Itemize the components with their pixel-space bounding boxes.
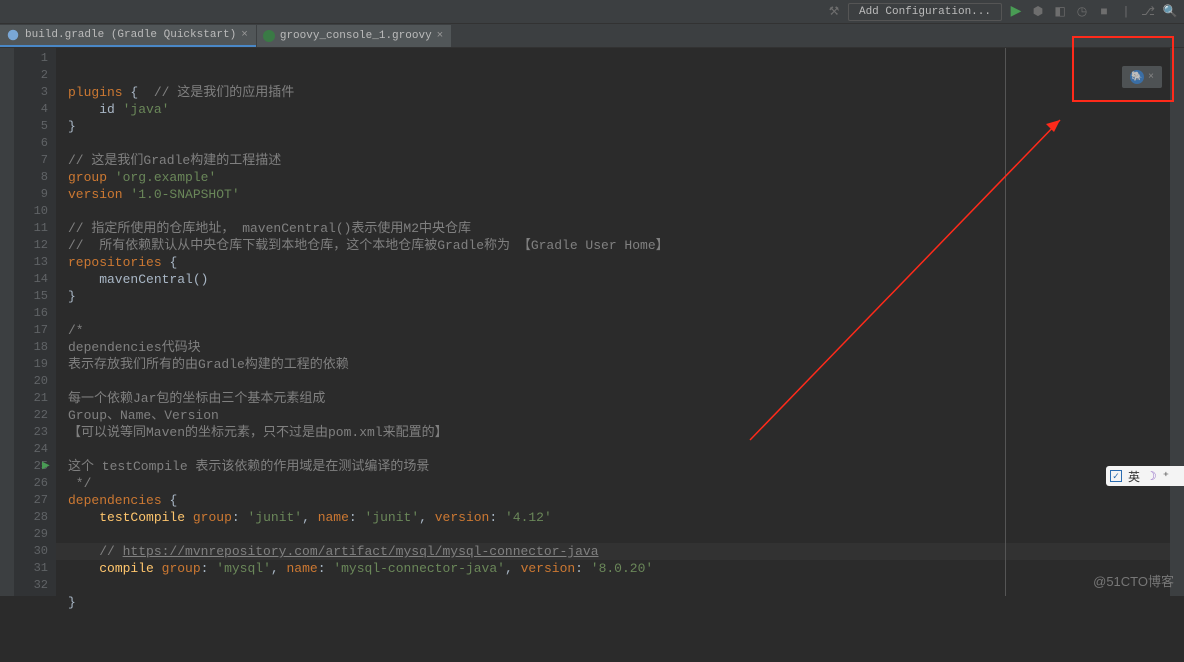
code-line[interactable]: // 这是我们Gradle构建的工程描述 bbox=[68, 152, 1170, 169]
line-number[interactable]: 23 bbox=[14, 424, 48, 441]
line-number[interactable]: 32 bbox=[14, 577, 48, 594]
debug-icon[interactable]: ⬢ bbox=[1030, 4, 1046, 20]
run-config-dropdown[interactable]: Add Configuration... bbox=[848, 3, 1002, 21]
profile-icon[interactable]: ◷ bbox=[1074, 4, 1090, 20]
code-line[interactable]: } bbox=[68, 288, 1170, 305]
code-line[interactable]: */ bbox=[68, 475, 1170, 492]
left-margin-strip[interactable] bbox=[0, 48, 14, 596]
line-number[interactable]: 5 bbox=[14, 118, 48, 135]
code-line[interactable] bbox=[68, 305, 1170, 322]
code-line[interactable]: compile group: 'mysql', name: 'mysql-con… bbox=[68, 560, 1170, 577]
code-line[interactable] bbox=[68, 373, 1170, 390]
code-line[interactable]: } bbox=[68, 118, 1170, 135]
code-line[interactable]: dependencies代码块 bbox=[68, 339, 1170, 356]
divider: | bbox=[1118, 4, 1134, 20]
tab-build-gradle[interactable]: build.gradle (Gradle Quickstart) × bbox=[0, 25, 256, 47]
hammer-icon[interactable]: ⚒ bbox=[826, 4, 842, 20]
line-number[interactable]: 10 bbox=[14, 203, 48, 220]
tab-groovy-console[interactable]: groovy_console_1.groovy × bbox=[257, 25, 451, 47]
line-number[interactable]: 14 bbox=[14, 271, 48, 288]
editor-tabs: build.gradle (Gradle Quickstart) × groov… bbox=[0, 24, 1184, 48]
line-number[interactable]: 21 bbox=[14, 390, 48, 407]
line-number[interactable]: 16 bbox=[14, 305, 48, 322]
code-line[interactable]: // 指定所使用的仓库地址， mavenCentral()表示使用M2中央仓库 bbox=[68, 220, 1170, 237]
line-number[interactable]: 3 bbox=[14, 84, 48, 101]
coverage-icon[interactable]: ◧ bbox=[1052, 4, 1068, 20]
code-line[interactable]: mavenCentral() bbox=[68, 271, 1170, 288]
gradle-file-icon bbox=[6, 28, 20, 42]
run-icon[interactable] bbox=[1008, 4, 1024, 20]
code-line[interactable]: dependencies { bbox=[68, 492, 1170, 509]
code-line[interactable]: } bbox=[68, 594, 1170, 611]
line-number[interactable]: 24 bbox=[14, 441, 48, 458]
code-line[interactable]: version '1.0-SNAPSHOT' bbox=[68, 186, 1170, 203]
code-line[interactable]: 表示存放我们所有的由Gradle构建的工程的依赖 bbox=[68, 356, 1170, 373]
close-icon[interactable]: × bbox=[437, 30, 444, 42]
run-gutter-icon[interactable]: ▶ bbox=[42, 458, 50, 475]
code-line[interactable]: /* bbox=[68, 322, 1170, 339]
top-toolbar: ⚒ Add Configuration... ⬢ ◧ ◷ ■ | ⎇ 🔍 bbox=[0, 0, 1184, 24]
code-line[interactable]: id 'java' bbox=[68, 101, 1170, 118]
line-number[interactable]: 29 bbox=[14, 526, 48, 543]
line-number[interactable]: 4 bbox=[14, 101, 48, 118]
line-number[interactable]: 19 bbox=[14, 356, 48, 373]
code-line[interactable]: // 所有依赖默认从中央仓库下载到本地仓库，这个本地仓库被Gradle称为 【G… bbox=[68, 237, 1170, 254]
code-line[interactable]: 这个 testCompile 表示该依赖的作用域是在测试编译的场景 bbox=[68, 458, 1170, 475]
line-number[interactable]: 22 bbox=[14, 407, 48, 424]
line-number[interactable]: 15 bbox=[14, 288, 48, 305]
code-line[interactable]: repositories { bbox=[68, 254, 1170, 271]
code-editor[interactable]: plugins { // 这是我们的应用插件 id 'java'} // 这是我们… bbox=[56, 48, 1170, 596]
line-number[interactable]: 18 bbox=[14, 339, 48, 356]
line-number[interactable]: 30 bbox=[14, 543, 48, 560]
line-number[interactable]: 1 bbox=[14, 50, 48, 67]
code-line[interactable] bbox=[68, 441, 1170, 458]
line-number[interactable]: 9 bbox=[14, 186, 48, 203]
code-line[interactable] bbox=[68, 577, 1170, 594]
close-icon[interactable]: × bbox=[1148, 72, 1154, 83]
search-icon[interactable]: 🔍 bbox=[1162, 4, 1178, 20]
close-icon[interactable]: × bbox=[241, 29, 248, 41]
line-number[interactable]: 7 bbox=[14, 152, 48, 169]
line-number[interactable]: 11 bbox=[14, 220, 48, 237]
line-number[interactable]: 27 bbox=[14, 492, 48, 509]
line-number[interactable]: 6 bbox=[14, 135, 48, 152]
gradle-elephant-icon: 🐘 bbox=[1130, 70, 1144, 84]
tab-label: build.gradle (Gradle Quickstart) bbox=[25, 29, 236, 41]
code-line[interactable]: group 'org.example' bbox=[68, 169, 1170, 186]
code-line[interactable] bbox=[68, 135, 1170, 152]
code-line[interactable]: plugins { // 这是我们的应用插件 bbox=[68, 84, 1170, 101]
line-number[interactable]: 26 bbox=[14, 475, 48, 492]
line-number[interactable]: 8 bbox=[14, 169, 48, 186]
git-icon[interactable]: ⎇ bbox=[1140, 4, 1156, 20]
code-line[interactable] bbox=[68, 526, 1170, 543]
line-number[interactable]: 28 bbox=[14, 509, 48, 526]
code-line[interactable] bbox=[68, 611, 1170, 628]
code-line[interactable]: testCompile group: 'junit', name: 'junit… bbox=[68, 509, 1170, 526]
line-number[interactable]: 20 bbox=[14, 373, 48, 390]
line-number[interactable]: 17 bbox=[14, 322, 48, 339]
code-line[interactable]: 每一个依赖Jar包的坐标由三个基本元素组成 bbox=[68, 390, 1170, 407]
editor-area: 1234567891011121314151617181920212223242… bbox=[0, 48, 1184, 596]
stop-icon[interactable]: ■ bbox=[1096, 4, 1112, 20]
code-line[interactable] bbox=[68, 203, 1170, 220]
line-number-gutter[interactable]: 1234567891011121314151617181920212223242… bbox=[14, 48, 56, 596]
groovy-file-icon bbox=[263, 30, 275, 42]
right-error-strip[interactable] bbox=[1170, 48, 1184, 596]
line-number[interactable]: 2 bbox=[14, 67, 48, 84]
line-number[interactable]: 31 bbox=[14, 560, 48, 577]
code-line[interactable]: Group、Name、Version bbox=[68, 407, 1170, 424]
tab-label: groovy_console_1.groovy bbox=[280, 30, 432, 42]
line-number[interactable]: 12 bbox=[14, 237, 48, 254]
line-number[interactable]: 13 bbox=[14, 254, 48, 271]
code-line[interactable]: // https://mvnrepository.com/artifact/my… bbox=[68, 543, 1170, 560]
code-line[interactable]: 【可以说等同Maven的坐标元素，只不过是由pom.xml来配置的】 bbox=[68, 424, 1170, 441]
